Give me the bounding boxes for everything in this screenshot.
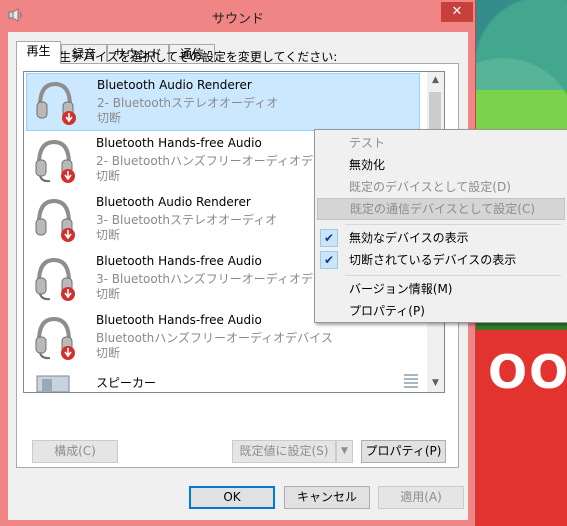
configure-button[interactable]: 構成(C) xyxy=(32,440,118,463)
menu-item-version-info[interactable]: バージョン情報(M) xyxy=(317,278,565,300)
speaker-icon xyxy=(36,375,70,392)
menu-item-test[interactable]: テスト xyxy=(317,132,565,154)
titlebar[interactable]: サウンド ✕ xyxy=(0,0,476,32)
menu-separator xyxy=(345,275,561,276)
headset-icon xyxy=(35,198,75,242)
menu-item-show-disconnected-devices[interactable]: ✔ 切断されているデバイスの表示 xyxy=(317,249,565,271)
cancel-button[interactable]: キャンセル xyxy=(284,486,370,509)
scroll-down-arrow-icon[interactable]: ▼ xyxy=(427,375,444,392)
headset-icon xyxy=(35,316,75,360)
menu-item-set-default[interactable]: 既定のデバイスとして設定(D) xyxy=(317,176,565,198)
menu-item-properties[interactable]: プロパティ(P) xyxy=(317,300,565,322)
properties-button[interactable]: プロパティ(P) xyxy=(361,440,446,463)
device-name: Bluetooth Hands-free Audio xyxy=(96,254,262,268)
apply-button[interactable]: 適用(A) xyxy=(378,486,464,509)
device-description: Bluetoothハンズフリーオーディオデバイス xyxy=(96,331,333,345)
menu-item-disable[interactable]: 無効化 xyxy=(317,154,565,176)
tab-playback[interactable]: 再生 xyxy=(16,41,61,64)
device-name: スピーカー xyxy=(96,376,157,390)
scroll-up-arrow-icon[interactable]: ▲ xyxy=(427,72,444,89)
headset-icon xyxy=(35,257,75,301)
device-status: 切断 xyxy=(96,346,121,360)
device-description: 3- Bluetoothステレオオーディオ xyxy=(96,213,278,227)
menu-item-label: 無効なデバイスの表示 xyxy=(349,231,469,245)
device-status: 切断 xyxy=(97,111,122,125)
menu-item-label: 既定の通信デバイスとして設定(C) xyxy=(350,202,536,216)
instruction-text: 下の再生デバイスを選択してその設定を変更してください: xyxy=(23,50,338,64)
menu-item-label: 切断されているデバイスの表示 xyxy=(349,253,517,267)
device-name: Bluetooth Hands-free Audio xyxy=(96,313,262,327)
device-row[interactable]: Bluetooth Audio Renderer 2- Bluetoothステレ… xyxy=(26,73,420,131)
headset-icon xyxy=(36,81,76,125)
checkmark-icon: ✔ xyxy=(320,251,338,269)
window-title: サウンド xyxy=(211,12,264,27)
menu-item-label: テスト xyxy=(349,136,386,150)
device-status: 切断 xyxy=(96,228,121,242)
desktop-logo-text: OO xyxy=(488,345,567,399)
device-name: Bluetooth Audio Renderer xyxy=(97,78,252,92)
level-meter-icon xyxy=(404,374,418,388)
menu-separator xyxy=(345,224,561,225)
menu-item-label: バージョン情報(M) xyxy=(349,282,453,296)
ok-button[interactable]: OK xyxy=(189,486,275,509)
device-description: 3- Bluetoothハンズフリーオーディオデバイス xyxy=(96,272,349,286)
device-status: 切断 xyxy=(96,169,121,183)
close-button[interactable]: ✕ xyxy=(441,2,473,22)
device-row-speaker[interactable]: スピーカー xyxy=(26,370,420,392)
menu-item-label: 無効化 xyxy=(349,158,386,172)
menu-item-set-default-communication[interactable]: 既定の通信デバイスとして設定(C) xyxy=(317,198,565,220)
menu-item-show-disabled-devices[interactable]: ✔ 無効なデバイスの表示 xyxy=(317,227,565,249)
menu-item-label: 既定のデバイスとして設定(D) xyxy=(349,180,511,194)
device-name: Bluetooth Audio Renderer xyxy=(96,195,251,209)
device-status: 切断 xyxy=(96,287,121,301)
set-default-button[interactable]: 既定値に設定(S) xyxy=(232,440,336,463)
checkmark-icon: ✔ xyxy=(320,229,338,247)
device-description: 2- Bluetoothハンズフリーオーディオデバイス xyxy=(96,154,349,168)
context-menu: テスト 無効化 既定のデバイスとして設定(D) 既定の通信デバイスとして設定(C… xyxy=(314,129,567,323)
device-name: Bluetooth Hands-free Audio xyxy=(96,136,262,150)
device-description: 2- Bluetoothステレオオーディオ xyxy=(97,96,279,110)
set-default-dropdown-icon[interactable]: ▼ xyxy=(336,440,353,463)
headset-icon xyxy=(35,139,75,183)
menu-item-label: プロパティ(P) xyxy=(349,304,425,318)
desktop-tile xyxy=(476,0,567,90)
